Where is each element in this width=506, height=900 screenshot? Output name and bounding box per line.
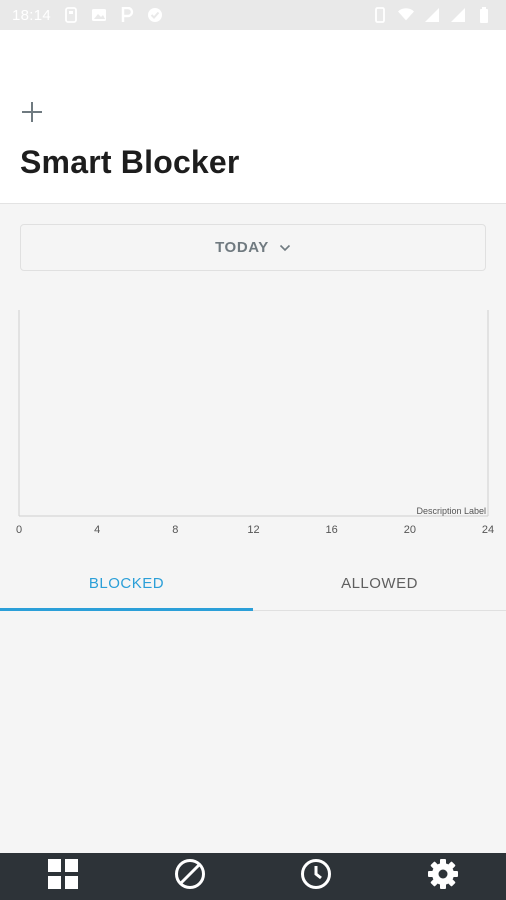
parking-icon bbox=[119, 7, 135, 23]
bottom-navigation bbox=[0, 853, 506, 900]
nav-dashboard[interactable] bbox=[33, 853, 93, 900]
clock-icon bbox=[300, 858, 332, 895]
chart-x-tick-label: 0 bbox=[16, 524, 22, 536]
status-time: 18:14 bbox=[12, 6, 52, 24]
blocked-list bbox=[0, 611, 506, 853]
page-title: Smart Blocker bbox=[20, 144, 240, 180]
period-label: TODAY bbox=[215, 239, 269, 256]
chart-svg: 0 4 8 12 16 20 24 Description Label bbox=[16, 310, 494, 536]
nav-settings[interactable] bbox=[413, 853, 473, 900]
tab-allowed[interactable]: ALLOWED bbox=[253, 557, 506, 610]
notification-icon bbox=[63, 7, 79, 23]
chart-x-tick-label: 20 bbox=[404, 524, 416, 536]
signal-icon bbox=[424, 7, 440, 23]
block-icon bbox=[174, 858, 206, 895]
wifi-icon bbox=[398, 7, 414, 23]
status-bar: 18:14 bbox=[0, 0, 506, 30]
chart-x-tick-label: 12 bbox=[247, 524, 259, 536]
gear-icon bbox=[427, 858, 459, 895]
shield-check-icon bbox=[147, 7, 163, 23]
nav-block[interactable] bbox=[160, 853, 220, 900]
tab-bar: BLOCKED ALLOWED bbox=[0, 557, 506, 611]
period-dropdown[interactable]: TODAY bbox=[20, 224, 486, 271]
activity-chart: 0 4 8 12 16 20 24 Description Label bbox=[0, 300, 506, 540]
chart-x-tick-label: 24 bbox=[482, 524, 494, 536]
chart-x-tick-label: 4 bbox=[94, 524, 100, 536]
add-button[interactable] bbox=[18, 100, 46, 128]
nav-history[interactable] bbox=[286, 853, 346, 900]
dashboard-grid-icon bbox=[47, 858, 79, 895]
chart-x-tick-label: 8 bbox=[172, 524, 178, 536]
tab-blocked[interactable]: BLOCKED bbox=[0, 557, 253, 611]
chevron-down-icon bbox=[279, 239, 291, 257]
image-icon bbox=[91, 7, 107, 23]
battery-icon bbox=[476, 7, 492, 23]
plus-icon bbox=[21, 101, 43, 128]
signal-icon bbox=[450, 7, 466, 23]
vibrate-icon bbox=[372, 7, 388, 23]
chart-description-label: Description Label bbox=[416, 506, 486, 516]
chart-x-tick-label: 16 bbox=[326, 524, 338, 536]
app-header: Smart Blocker bbox=[0, 30, 506, 204]
